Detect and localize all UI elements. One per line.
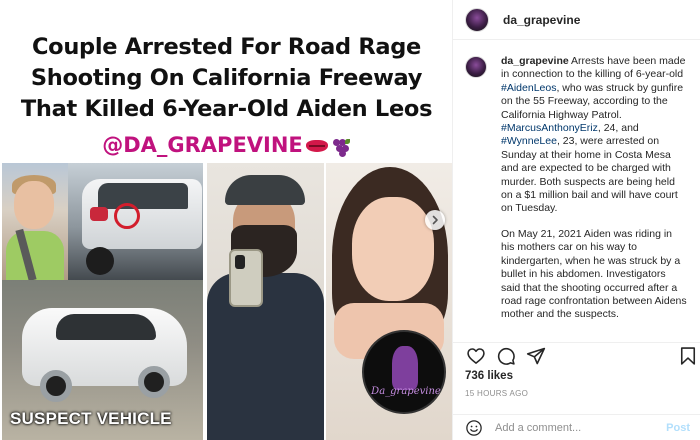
emoji-icon[interactable] [465,419,483,437]
hashtag-aidenleos[interactable]: #AidenLeos [501,82,556,94]
lips-icon [305,140,328,152]
save-button[interactable] [677,345,699,367]
photo-male-suspect [207,163,324,440]
post-image: Couple Arrested For Road Rage Shooting O… [0,0,453,440]
caption-text: da_grapevine Arrests have been made in c… [501,55,687,334]
suspect-vehicle-label: SUSPECT VEHICLE [10,409,172,428]
like-button[interactable] [465,345,487,367]
headline-line-1: Couple Arrested For Road Rage [31,34,422,60]
share-icon [526,347,546,365]
grapes-icon [331,137,351,157]
comment-button[interactable] [495,345,517,367]
heart-icon [467,348,485,364]
avatar[interactable] [465,7,489,32]
action-icons-row [465,345,696,367]
image-handle: @DA_GRAPEVINE [0,133,452,157]
caption-row: da_grapevine Arrests have been made in c… [465,55,688,334]
caption-text-segment: , 24, and [597,122,639,135]
chevron-right-icon [432,215,438,225]
comment-icon [497,347,515,365]
headline-line-3: That Killed 6-Year-Old Aiden Leos [20,96,433,122]
next-slide-button[interactable] [425,210,445,230]
photo-car-rear [68,163,203,280]
headline: Couple Arrested For Road Rage Shooting O… [0,32,452,125]
caption-username[interactable]: da_grapevine [501,55,569,67]
headline-line-2: Shooting On California Freeway [30,65,423,91]
caption-area: da_grapevine Arrests have been made in c… [453,55,700,342]
bookmark-icon [680,347,696,365]
header-username[interactable]: da_grapevine [503,13,580,27]
caption-paragraph-2: On May 21, 2021 Aiden was riding in his … [501,227,687,321]
post-comment-button[interactable]: Post [666,422,690,434]
caption-paragraph-1: da_grapevine Arrests have been made in c… [501,55,687,216]
caption-avatar[interactable] [465,56,487,78]
post-header: da_grapevine [453,0,700,40]
image-handle-text: @DA_GRAPEVINE [102,133,303,157]
comment-bar: Post [453,414,700,440]
grapevine-watermark-logo: Da_grapevine [362,330,446,414]
likes-count[interactable]: 736 likes [465,370,513,382]
post-actions: 736 likes 15 HOURS AGO Post [453,342,700,440]
watermark-text: Da_grapevine [371,386,441,397]
hashtag-marcusanthonyeriz[interactable]: #MarcusAnthonyEriz [501,122,598,134]
share-button[interactable] [525,345,547,367]
comment-input[interactable] [495,422,665,434]
hashtag-wynnelee[interactable]: #WynneLee [501,135,557,147]
post-timestamp[interactable]: 15 HOURS AGO [465,389,528,398]
photo-child [2,163,68,280]
post-sidebar: da_grapevine da_grapevine Arrests have b… [453,0,700,440]
